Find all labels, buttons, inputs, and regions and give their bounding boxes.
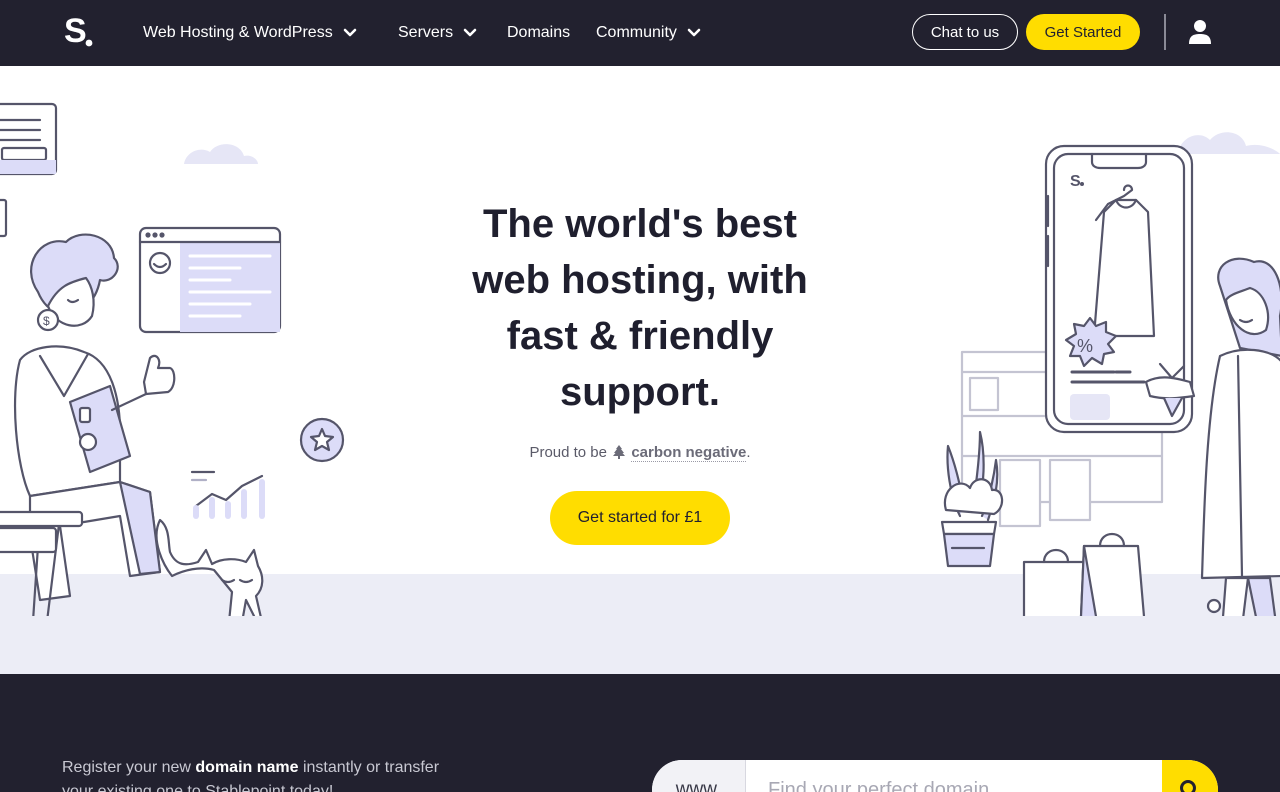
carbon-tagline-prefix: Proud to be <box>529 444 607 461</box>
chevron-down-icon <box>463 28 477 37</box>
person-with-cat-illustration: $ <box>0 102 345 616</box>
nav-community-label: Community <box>596 24 677 41</box>
nav-community[interactable]: Community <box>596 0 701 66</box>
get-started-button[interactable]: Get Started <box>1026 14 1140 50</box>
user-icon[interactable] <box>1188 19 1212 45</box>
chevron-down-icon <box>343 28 357 37</box>
www-prefix: www. <box>652 760 746 792</box>
hero-title: The world's best web hosting, with fast … <box>440 196 840 420</box>
hero-title-rest: , with <box>705 258 808 302</box>
carbon-negative-link[interactable]: carbon negative <box>631 444 747 462</box>
domain-search-section: Register your new domain name instantly … <box>0 674 1280 792</box>
hero-title-line3: fast & friendly <box>506 314 774 358</box>
hero-title-line1: The world's best <box>482 202 797 246</box>
nav-servers[interactable]: Servers <box>398 0 477 66</box>
domain-text-bold: domain name <box>195 759 299 776</box>
hero-title-line4: support. <box>560 370 720 414</box>
nav-divider <box>1164 14 1166 50</box>
svg-text:S: S <box>1070 173 1081 190</box>
nav-domains-label: Domains <box>507 24 571 41</box>
stablepoint-logo-icon[interactable]: S <box>64 14 94 50</box>
nav-servers-label: Servers <box>398 24 454 41</box>
chevron-down-icon <box>687 28 701 37</box>
carbon-tagline: Proud to be carbon negative. <box>440 444 840 462</box>
nav-domains[interactable]: Domains <box>507 0 570 66</box>
domain-search-input[interactable] <box>748 760 1162 792</box>
chat-to-us-button[interactable]: Chat to us <box>912 14 1018 50</box>
search-icon <box>1180 780 1196 792</box>
domain-search-button[interactable] <box>1162 760 1218 792</box>
svg-text:S: S <box>64 14 87 50</box>
shopping-phone-illustration: S % <box>940 132 1280 616</box>
domain-text-1: Register your new <box>62 759 196 776</box>
top-nav: S Web Hosting & WordPress Servers Domain… <box>0 0 1280 66</box>
svg-text:%: % <box>1077 336 1093 356</box>
carbon-tagline-suffix: . <box>746 444 751 461</box>
hero-title-bold: web hosting <box>472 258 706 302</box>
nav-web-hosting[interactable]: Web Hosting & WordPress <box>143 0 357 66</box>
domain-description: Register your new domain name instantly … <box>62 756 442 792</box>
nav-web-hosting-label: Web Hosting & WordPress <box>143 24 333 41</box>
tree-icon <box>613 445 626 459</box>
svg-text:$: $ <box>43 314 50 328</box>
hero-section: $ S % The world's best web hosting, with… <box>0 66 1280 674</box>
get-started-for-one-pound-button[interactable]: Get started for £1 <box>550 491 730 545</box>
domain-search-bar: www. <box>652 760 1218 792</box>
